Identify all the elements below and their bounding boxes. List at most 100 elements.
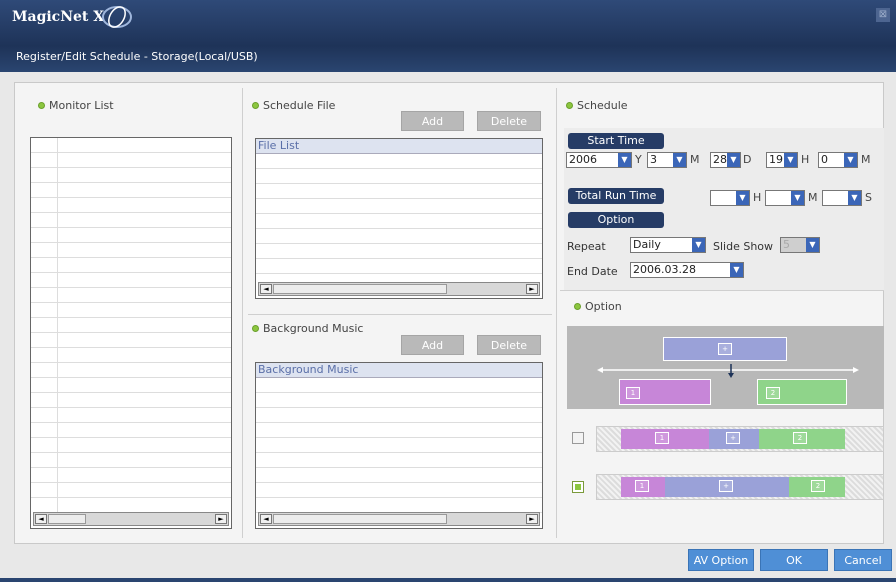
list-item[interactable] bbox=[256, 259, 542, 274]
schedule-file-delete-button[interactable]: Delete bbox=[477, 111, 541, 131]
list-item[interactable] bbox=[31, 453, 231, 468]
scroll-right-icon[interactable]: ► bbox=[526, 284, 538, 294]
hour-select[interactable]: 19 ▼ bbox=[766, 152, 798, 168]
list-item[interactable] bbox=[31, 378, 231, 393]
run-minute-select[interactable]: ▼ bbox=[765, 190, 805, 206]
scroll-left-icon[interactable]: ◄ bbox=[35, 514, 47, 524]
minute-select[interactable]: 0 ▼ bbox=[818, 152, 858, 168]
background-music-list[interactable]: Background Music ◄ ► bbox=[255, 362, 543, 529]
list-item[interactable] bbox=[31, 393, 231, 408]
list-item[interactable] bbox=[256, 244, 542, 259]
list-item[interactable] bbox=[256, 214, 542, 229]
logo-swirl-icon bbox=[102, 6, 132, 28]
background-music-header: Background Music bbox=[252, 322, 363, 335]
list-item[interactable] bbox=[256, 408, 542, 423]
close-button[interactable]: ⊠ bbox=[876, 8, 890, 22]
list-item[interactable] bbox=[256, 483, 542, 498]
schedule-file-list[interactable]: File List ◄ ► bbox=[255, 138, 543, 299]
slide-show-label: Slide Show bbox=[713, 240, 774, 253]
window-icon: + bbox=[718, 343, 732, 355]
list-item[interactable] bbox=[256, 438, 542, 453]
list-item[interactable] bbox=[31, 168, 231, 183]
run-hour-select[interactable]: ▼ bbox=[710, 190, 750, 206]
monitor-list[interactable]: ◄ ► bbox=[30, 137, 232, 529]
bottom-border bbox=[0, 578, 896, 582]
list-item[interactable] bbox=[256, 468, 542, 483]
layout-option-1-strip[interactable]: 1 + 2 bbox=[596, 426, 884, 452]
list-item[interactable] bbox=[31, 138, 231, 153]
bullet-icon bbox=[574, 303, 581, 310]
list-item[interactable] bbox=[31, 258, 231, 273]
background-music-add-button[interactable]: Add bbox=[401, 335, 464, 355]
list-item[interactable] bbox=[31, 423, 231, 438]
month-value: 3 bbox=[650, 153, 657, 166]
list-item[interactable] bbox=[31, 408, 231, 423]
list-item[interactable] bbox=[31, 288, 231, 303]
list-item[interactable] bbox=[31, 243, 231, 258]
list-item[interactable] bbox=[31, 153, 231, 168]
list-item[interactable] bbox=[31, 198, 231, 213]
scroll-left-icon[interactable]: ◄ bbox=[260, 514, 272, 524]
bullet-icon bbox=[566, 102, 573, 109]
arrow-split-icon bbox=[597, 364, 859, 378]
cancel-button[interactable]: Cancel bbox=[834, 549, 892, 571]
chevron-down-icon: ▼ bbox=[806, 238, 819, 252]
run-second-select[interactable]: ▼ bbox=[822, 190, 862, 206]
list-item[interactable] bbox=[31, 348, 231, 363]
minute-value: 0 bbox=[821, 153, 828, 166]
title-bar: MagicNet X ⊠ bbox=[0, 0, 896, 46]
list-item[interactable] bbox=[256, 393, 542, 408]
ok-button[interactable]: OK bbox=[760, 549, 828, 571]
list-item[interactable] bbox=[31, 228, 231, 243]
scroll-thumb[interactable] bbox=[273, 284, 447, 294]
year-select[interactable]: 2006 ▼ bbox=[566, 152, 632, 168]
scroll-right-icon[interactable]: ► bbox=[526, 514, 538, 524]
list-item[interactable] bbox=[31, 483, 231, 498]
layout-option-1-checkbox[interactable] bbox=[572, 432, 584, 444]
scroll-left-icon[interactable]: ◄ bbox=[260, 284, 272, 294]
list-item[interactable] bbox=[256, 498, 542, 513]
schedule-file-title: Schedule File bbox=[263, 99, 336, 112]
schedule-file-add-button[interactable]: Add bbox=[401, 111, 464, 131]
music-list-hscrollbar[interactable]: ◄ ► bbox=[258, 512, 540, 526]
list-item[interactable] bbox=[256, 199, 542, 214]
list-item[interactable] bbox=[256, 423, 542, 438]
slide-show-select[interactable]: 5 ▼ bbox=[780, 237, 820, 253]
chevron-down-icon: ▼ bbox=[730, 263, 743, 277]
month-unit: M bbox=[690, 153, 700, 166]
file-list-hscrollbar[interactable]: ◄ ► bbox=[258, 282, 540, 296]
end-date-select[interactable]: 2006.03.28 ▼ bbox=[630, 262, 744, 278]
list-item[interactable] bbox=[256, 169, 542, 184]
av-option-button[interactable]: AV Option bbox=[688, 549, 754, 571]
preview-right-region: 2 bbox=[757, 379, 847, 405]
list-item[interactable] bbox=[31, 213, 231, 228]
day-select[interactable]: 28 ▼ bbox=[710, 152, 741, 168]
window-icon: + bbox=[726, 432, 740, 444]
list-item[interactable] bbox=[256, 154, 542, 169]
list-item[interactable] bbox=[31, 333, 231, 348]
list-item[interactable] bbox=[31, 273, 231, 288]
list-item[interactable] bbox=[31, 438, 231, 453]
list-item[interactable] bbox=[31, 318, 231, 333]
list-item[interactable] bbox=[256, 378, 542, 393]
list-item[interactable] bbox=[31, 303, 231, 318]
layout-option-2-strip[interactable]: 1 + 2 bbox=[596, 474, 884, 500]
list-item[interactable] bbox=[256, 229, 542, 244]
scroll-thumb[interactable] bbox=[48, 514, 86, 524]
repeat-label: Repeat bbox=[567, 240, 606, 253]
monitor-list-title: Monitor List bbox=[49, 99, 114, 112]
layout-option-2-checkbox[interactable] bbox=[572, 481, 584, 493]
list-item[interactable] bbox=[31, 468, 231, 483]
list-item[interactable] bbox=[256, 184, 542, 199]
list-item[interactable] bbox=[31, 363, 231, 378]
repeat-select[interactable]: Daily ▼ bbox=[630, 237, 706, 253]
background-music-delete-button[interactable]: Delete bbox=[477, 335, 541, 355]
scroll-right-icon[interactable]: ► bbox=[215, 514, 227, 524]
window-icon: 1 bbox=[655, 432, 669, 444]
monitor-list-hscrollbar[interactable]: ◄ ► bbox=[33, 512, 229, 526]
scroll-thumb[interactable] bbox=[273, 514, 447, 524]
list-item[interactable] bbox=[31, 183, 231, 198]
list-item[interactable] bbox=[256, 453, 542, 468]
app-logo: MagicNet X bbox=[12, 6, 132, 28]
month-select[interactable]: 3 ▼ bbox=[647, 152, 687, 168]
